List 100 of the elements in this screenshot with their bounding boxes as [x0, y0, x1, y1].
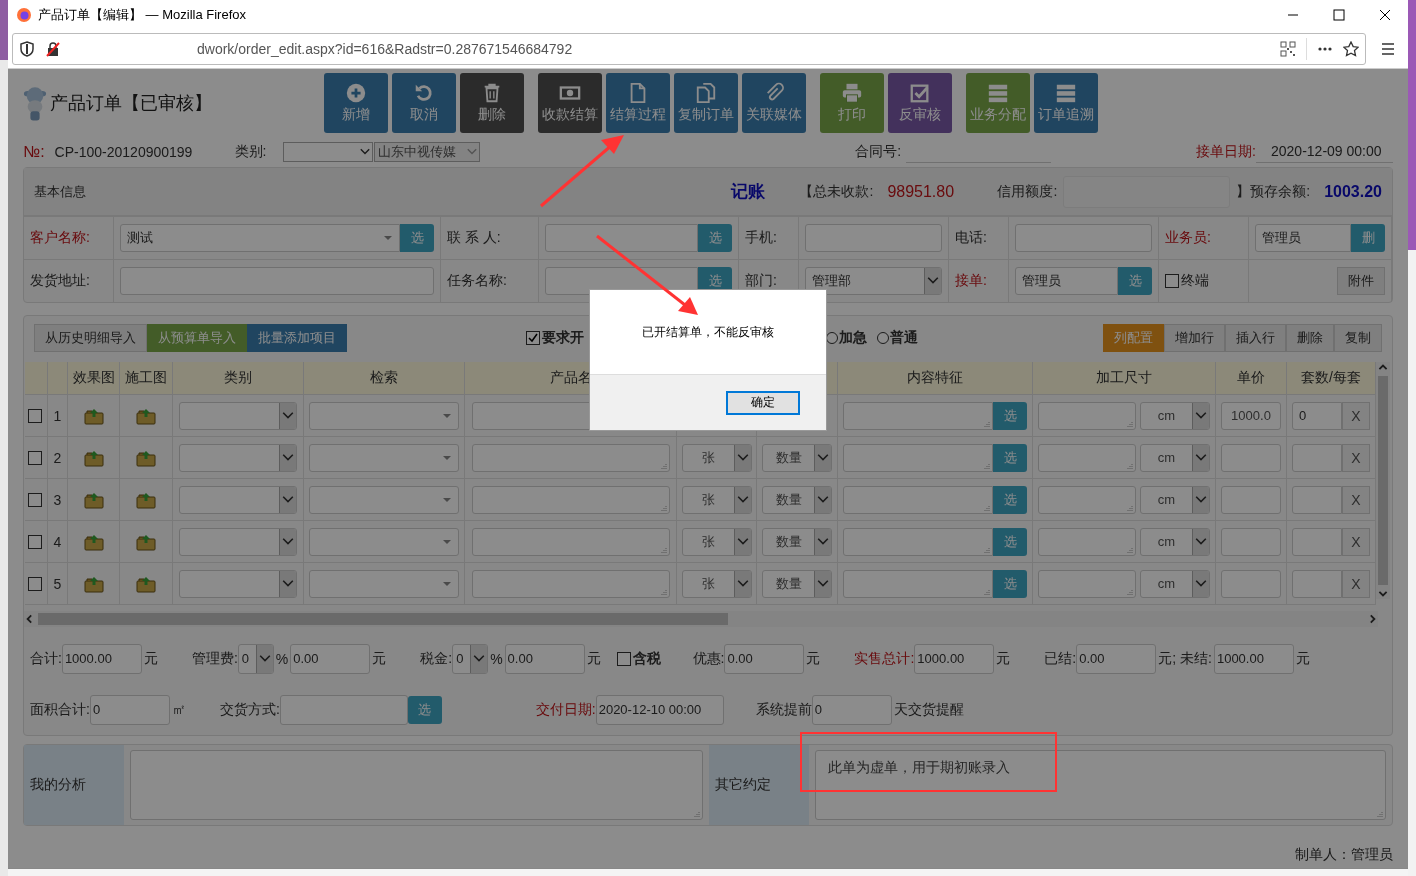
date-field[interactable]: 2020-12-09 00:00 — [1256, 140, 1393, 163]
product-name-field[interactable] — [471, 443, 670, 472]
search-combobox[interactable] — [309, 401, 459, 430]
clear-button[interactable]: X — [1342, 569, 1370, 598]
content-field[interactable] — [843, 485, 993, 514]
toolbar-button[interactable]: 结算过程 — [606, 73, 670, 133]
size-unit-dropdown[interactable]: cm — [1140, 401, 1210, 430]
input-field[interactable] — [1015, 224, 1152, 252]
row-action-button[interactable]: 删除 — [1286, 324, 1334, 352]
input-field[interactable]: 0.00 — [1076, 643, 1157, 674]
size-field[interactable] — [1038, 401, 1136, 430]
product-name-field[interactable] — [471, 569, 670, 598]
product-name-field[interactable] — [471, 527, 670, 556]
size-unit-dropdown[interactable]: cm — [1140, 443, 1210, 472]
ok-button[interactable]: 确定 — [726, 390, 800, 415]
notes-textarea[interactable] — [130, 750, 703, 820]
toolbar-button[interactable]: 关联媒体 — [742, 73, 806, 133]
toolbar-button[interactable]: 收款结算 — [538, 73, 602, 133]
category-dropdown[interactable] — [179, 401, 297, 430]
search-combobox[interactable] — [309, 443, 459, 472]
import-button[interactable]: 从预算单导入 — [147, 324, 247, 352]
category-dropdown[interactable] — [179, 485, 297, 514]
dropdown[interactable]: 测试 — [120, 224, 400, 252]
sets-field[interactable] — [1292, 569, 1342, 598]
sets-field[interactable] — [1292, 485, 1342, 514]
address-bar[interactable]: dwork/order_edit.aspx?id=616&Radstr=0.287671546684792 — [12, 33, 1366, 65]
select-button[interactable]: 选 — [698, 224, 732, 252]
unit-dropdown[interactable]: 张 — [681, 485, 752, 514]
size-unit-dropdown[interactable]: cm — [1140, 485, 1210, 514]
input-field[interactable] — [279, 694, 408, 725]
price-field[interactable] — [1221, 569, 1281, 598]
category-select[interactable] — [282, 141, 373, 162]
toolbar-button[interactable]: 订单追溯 — [1034, 73, 1098, 133]
input-field[interactable] — [545, 224, 698, 252]
search-combobox[interactable] — [309, 527, 459, 556]
clear-button[interactable]: X — [1342, 401, 1370, 430]
price-field[interactable] — [1221, 527, 1281, 556]
checkbox[interactable] — [616, 651, 631, 666]
vertical-scrollbar[interactable] — [1376, 362, 1390, 599]
upload-folder-icon[interactable] — [136, 574, 156, 593]
select-button[interactable]: 选 — [993, 527, 1027, 556]
size-field[interactable] — [1038, 485, 1136, 514]
product-name-field[interactable] — [471, 485, 670, 514]
price-field[interactable] — [1221, 443, 1281, 472]
content-field[interactable] — [843, 527, 993, 556]
maximize-icon[interactable] — [1333, 9, 1345, 21]
input-field[interactable]: 0.00 — [504, 643, 585, 674]
input-field[interactable]: 管理员 — [1015, 267, 1118, 295]
size-unit-dropdown[interactable]: cm — [1140, 569, 1210, 598]
search-combobox[interactable] — [309, 485, 459, 514]
upload-folder-icon[interactable] — [136, 448, 156, 467]
input-field[interactable]: 0.00 — [724, 643, 805, 674]
search-combobox[interactable] — [309, 569, 459, 598]
upload-folder-icon[interactable] — [136, 532, 156, 551]
toolbar-button[interactable]: 反审核 — [888, 73, 952, 133]
unit-dropdown[interactable]: 张 — [681, 569, 752, 598]
row-action-button[interactable]: 增加行 — [1164, 324, 1225, 352]
attachment-button[interactable]: 附件 — [1337, 267, 1385, 295]
quantity-dropdown[interactable]: 数量 — [762, 443, 832, 472]
input-field[interactable]: 2020-12-10 00:00 — [595, 694, 724, 725]
content-field[interactable] — [843, 443, 993, 472]
select-button[interactable]: 选 — [993, 443, 1027, 472]
input-field[interactable]: 1000.00 — [914, 643, 995, 674]
toolbar-button[interactable]: 复制订单 — [674, 73, 738, 133]
toolbar-button[interactable]: 业务分配 — [966, 73, 1030, 133]
row-action-button[interactable]: 插入行 — [1225, 324, 1286, 352]
checkbox[interactable] — [1165, 274, 1179, 288]
clear-button[interactable]: X — [1342, 527, 1370, 556]
row-checkbox[interactable] — [28, 534, 42, 549]
import-button[interactable]: 从历史明细导入 — [34, 324, 147, 352]
quantity-dropdown[interactable]: 数量 — [762, 485, 832, 514]
clear-button[interactable]: X — [1342, 485, 1370, 514]
close-icon[interactable] — [1379, 9, 1391, 21]
menu-icon[interactable] — [1380, 41, 1396, 57]
select-button[interactable]: 选 — [993, 401, 1027, 430]
shield-icon[interactable] — [19, 41, 35, 57]
toolbar-button[interactable]: 删除 — [460, 73, 524, 133]
select-button[interactable]: 选 — [993, 485, 1027, 514]
toolbar-button[interactable]: 打印 — [820, 73, 884, 133]
quantity-dropdown[interactable]: 数量 — [762, 569, 832, 598]
size-field[interactable] — [1038, 443, 1136, 472]
input-field[interactable] — [120, 267, 434, 295]
horizontal-scrollbar[interactable] — [24, 611, 1378, 627]
row-action-button[interactable]: 复制 — [1334, 324, 1382, 352]
select-button[interactable]: 选 — [400, 224, 434, 252]
sets-field[interactable]: 0 — [1292, 401, 1342, 430]
percent-dropdown[interactable]: 0 — [452, 643, 489, 674]
input-field[interactable]: 管理员 — [1255, 224, 1351, 252]
checkbox[interactable] — [526, 331, 540, 345]
import-button[interactable]: 批量添加项目 — [247, 324, 347, 352]
select-button[interactable]: 删 — [1351, 224, 1385, 252]
category-dropdown[interactable] — [179, 569, 297, 598]
category-dropdown[interactable] — [179, 527, 297, 556]
select-button[interactable]: 选 — [993, 569, 1027, 598]
upload-folder-icon[interactable] — [83, 574, 104, 593]
input-field[interactable]: 1000.00 — [1213, 643, 1294, 674]
price-field[interactable]: 1000.0 — [1221, 401, 1281, 430]
row-checkbox[interactable] — [28, 576, 42, 591]
select-button[interactable]: 选 — [407, 695, 442, 724]
toolbar-button[interactable]: 新增 — [324, 73, 388, 133]
